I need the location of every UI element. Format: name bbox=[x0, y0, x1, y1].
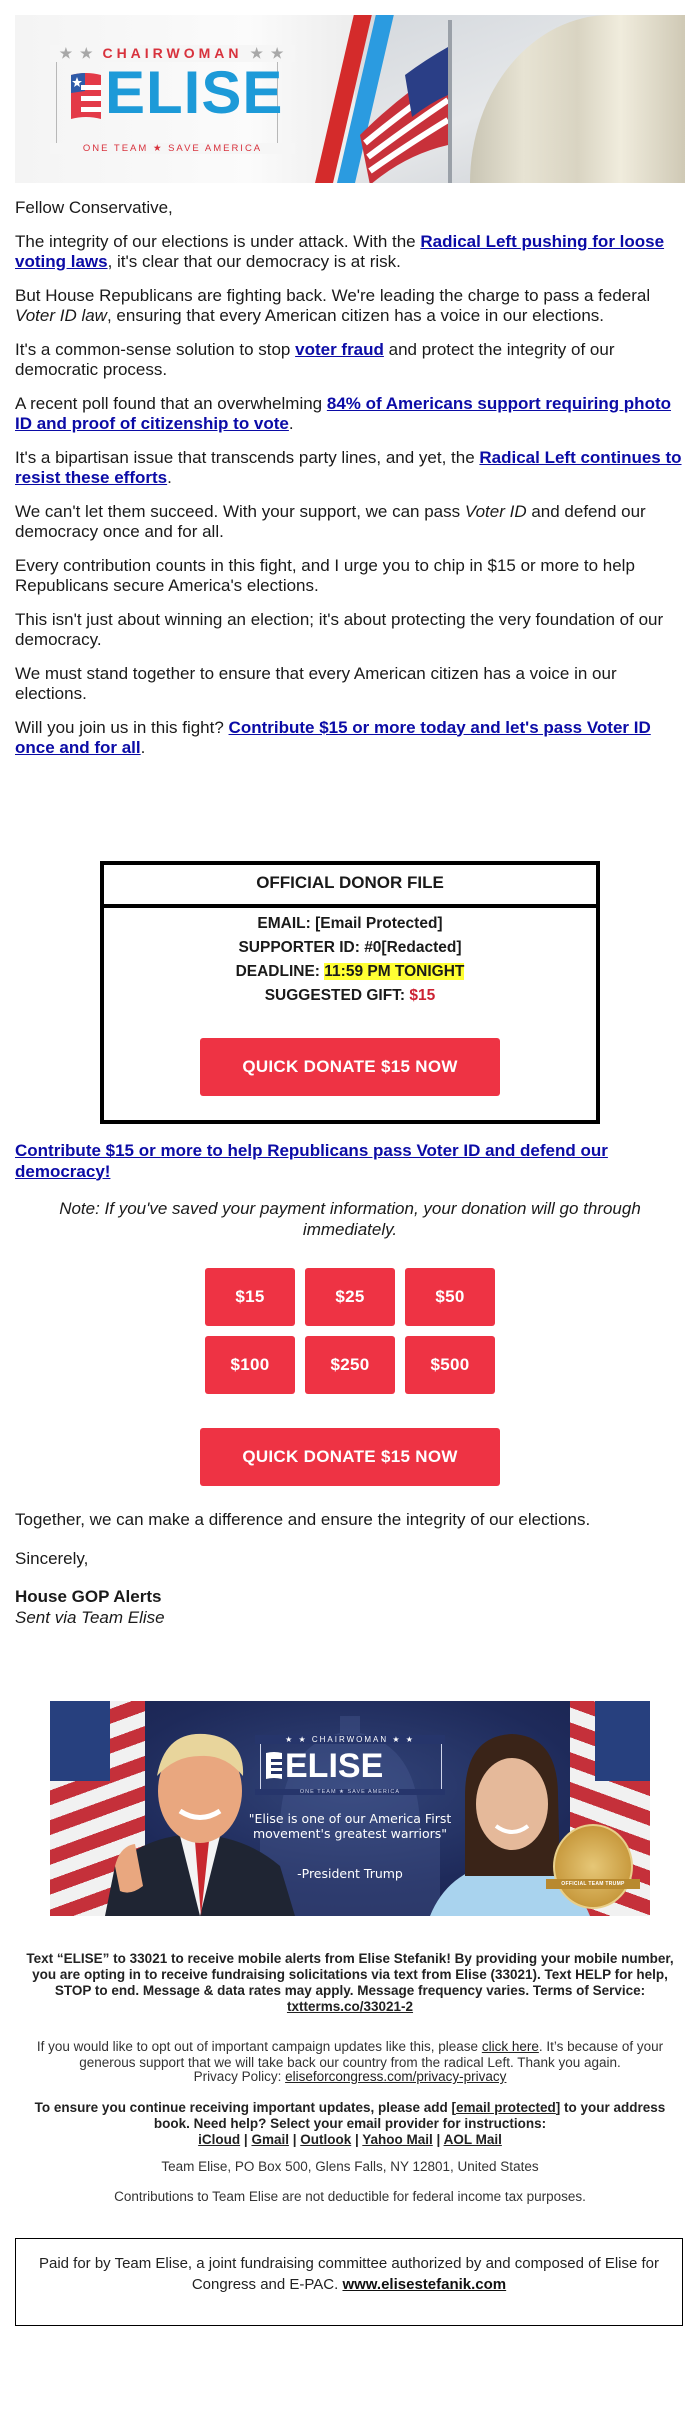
provider-link-yahoo[interactable]: Yahoo Mail bbox=[362, 2132, 433, 2147]
paragraph: It's a common-sense solution to stop vot… bbox=[15, 339, 615, 380]
paid-for-disclaimer: Paid for by Team Elise, a joint fundrais… bbox=[15, 2238, 683, 2326]
badge-ribbon: OFFICIAL TEAM TRUMP bbox=[546, 1879, 640, 1889]
official-team-trump-badge bbox=[553, 1824, 633, 1909]
paragraph: Every contribution counts in this fight,… bbox=[15, 555, 635, 596]
provider-link-gmail[interactable]: Gmail bbox=[251, 2132, 289, 2147]
banner-logo-tagline: ONE TEAM ★ SAVE AMERICA bbox=[255, 1789, 445, 1795]
closing-line: Together, we can make a difference and e… bbox=[15, 1510, 591, 1529]
logo-tagline: ONE TEAM ★ SAVE AMERICA bbox=[50, 143, 295, 154]
provider-link-outlook[interactable]: Outlook bbox=[300, 2132, 351, 2147]
donor-email-row: EMAIL: [Email Protected] bbox=[257, 915, 443, 932]
donor-file-details: EMAIL: [Email Protected] SUPPORTER ID: #… bbox=[104, 908, 596, 1008]
mailing-address: Team Elise, PO Box 500, Glens Falls, NY … bbox=[161, 2159, 539, 2174]
opt-out-text: If you would like to opt out of importan… bbox=[36, 2039, 664, 2070]
sender-name: House GOP Alerts bbox=[15, 1587, 162, 1606]
payment-note: Note: If you've saved your payment infor… bbox=[59, 1199, 641, 1239]
deadline-row: DEADLINE: 11:59 PM TONIGHT bbox=[235, 963, 465, 980]
quick-donate-button-bottom[interactable]: QUICK DONATE $15 NOW bbox=[200, 1428, 500, 1486]
greeting: Fellow Conservative, bbox=[15, 198, 173, 217]
sms-disclaimer: Text “ELISE” to 33021 to receive mobile … bbox=[26, 1951, 674, 2014]
donate-amount-button[interactable]: $50 bbox=[405, 1268, 495, 1326]
paragraph: The integrity of our elections is under … bbox=[15, 231, 665, 272]
flag-e-logo-icon bbox=[266, 1752, 282, 1779]
endorsement-attribution: -President Trump bbox=[297, 1866, 403, 1881]
privacy-policy: Privacy Policy: eliseforcongress.com/pri… bbox=[193, 2069, 507, 2084]
american-flag-icon bbox=[360, 47, 450, 183]
contribute-help-link[interactable]: Contribute $15 or more to help Republica… bbox=[15, 1141, 608, 1181]
suggested-gift-value: $15 bbox=[409, 987, 436, 1004]
opt-out-link[interactable]: click here bbox=[482, 2039, 539, 2054]
email-body: Fellow Conservative, The integrity of ou… bbox=[15, 190, 685, 772]
provider-link-aol[interactable]: AOL Mail bbox=[444, 2132, 502, 2147]
donate-amount-button[interactable]: $15 bbox=[205, 1268, 295, 1326]
donate-amount-button[interactable]: $500 bbox=[405, 1336, 495, 1394]
endorsement-quote: "Elise is one of our America First movem… bbox=[248, 1811, 452, 1841]
email-protected-link[interactable]: email protected bbox=[456, 2100, 556, 2115]
website-link[interactable]: www.elisestefanik.com bbox=[342, 2276, 506, 2293]
supporter-id-row: SUPPORTER ID: #0[Redacted] bbox=[238, 939, 462, 956]
privacy-policy-link[interactable]: eliseforcongress.com/privacy-privacy bbox=[285, 2069, 506, 2084]
cta: Contribute $15 or more to help Republica… bbox=[15, 1141, 685, 1182]
logo-elise: ELISE bbox=[105, 59, 284, 126]
donor-file-title: OFFICIAL DONOR FILE bbox=[104, 865, 596, 908]
banner-logo-elise: ELISE bbox=[285, 1747, 384, 1785]
star-icon: ★ ★ bbox=[59, 45, 95, 61]
voter-fraud-link[interactable]: voter fraud bbox=[295, 340, 384, 359]
donate-amount-button[interactable]: $100 bbox=[205, 1336, 295, 1394]
closing: Together, we can make a difference and e… bbox=[15, 1510, 685, 1628]
tax-disclaimer: Contributions to Team Elise are not dedu… bbox=[114, 2189, 586, 2204]
flag-pole bbox=[448, 20, 452, 183]
header-banner: ★ ★ CHAIRWOMAN ★ ★ ELISE ONE TEAM ★ SAVE… bbox=[15, 15, 685, 183]
paragraph: This isn't just about winning an electio… bbox=[15, 609, 664, 650]
donate-amount-button[interactable]: $25 bbox=[305, 1268, 395, 1326]
paragraph: Will you join us in this fight? Contribu… bbox=[15, 717, 651, 758]
sms-terms-link[interactable]: txtterms.co/33021-2 bbox=[287, 1999, 413, 2014]
suggested-gift-row: SUGGESTED GIFT: $15 bbox=[264, 987, 436, 1004]
paragraph: We can't let them succeed. With your sup… bbox=[15, 501, 646, 542]
paragraph: It's a bipartisan issue that transcends … bbox=[15, 447, 682, 488]
address-book-instructions: To ensure you continue receiving importa… bbox=[34, 2100, 666, 2147]
signoff: Sincerely, bbox=[15, 1548, 89, 1568]
banner-logo-chairwoman: ★ ★ CHAIRWOMAN ★ ★ bbox=[255, 1735, 445, 1744]
endorsement-banner: ★ ★ CHAIRWOMAN ★ ★ ELISE ONE TEAM ★ SAVE… bbox=[50, 1701, 650, 1916]
paragraph: A recent poll found that an overwhelming… bbox=[15, 393, 672, 434]
sent-via: Sent via Team Elise bbox=[15, 1607, 165, 1627]
quick-donate-button-top[interactable]: QUICK DONATE $15 NOW bbox=[200, 1038, 500, 1096]
donate-amount-button[interactable]: $250 bbox=[305, 1336, 395, 1394]
deadline-value: 11:59 PM TONIGHT bbox=[324, 963, 465, 980]
flag-e-logo-icon bbox=[71, 73, 101, 119]
paragraph: We must stand together to ensure that ev… bbox=[15, 663, 617, 704]
provider-link-icloud[interactable]: iCloud bbox=[198, 2132, 240, 2147]
paragraph: But House Republicans are fighting back.… bbox=[15, 285, 651, 326]
